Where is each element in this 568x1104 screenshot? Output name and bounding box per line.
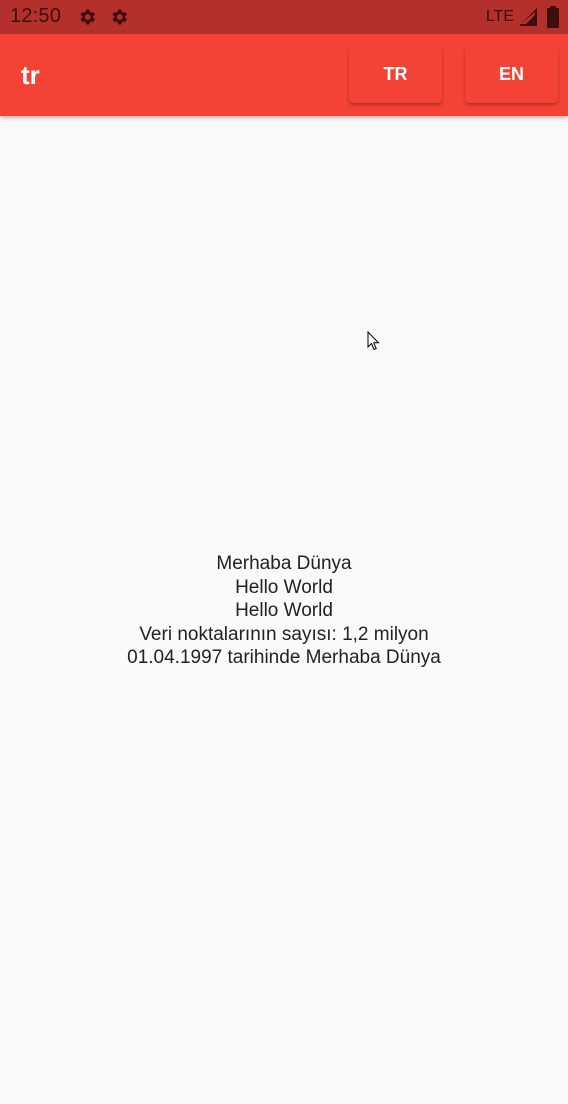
text-line: Hello World bbox=[235, 576, 333, 598]
text-line: 01.04.1997 tarihinde Merhaba Dünya bbox=[127, 647, 441, 668]
en-language-button[interactable]: EN bbox=[465, 46, 558, 103]
tr-language-button[interactable]: TR bbox=[349, 46, 442, 103]
app-bar: tr TR EN bbox=[0, 34, 568, 116]
greeting-content: Merhaba Dünya Hello World Hello World Ve… bbox=[0, 552, 568, 670]
mouse-pointer-icon bbox=[367, 331, 380, 351]
signal-icon bbox=[519, 8, 537, 26]
battery-icon bbox=[547, 6, 559, 28]
text-line: Merhaba Dünya bbox=[216, 553, 352, 574]
network-type: LTE bbox=[485, 8, 514, 25]
gear-icon bbox=[80, 9, 95, 25]
text-line: Hello World bbox=[235, 600, 333, 621]
app-screen: 12:50 LTE tr TR EN Merhaba Dünya Hello W… bbox=[0, 0, 568, 1104]
app-title: tr bbox=[21, 60, 40, 90]
status-bar: 12:50 LTE bbox=[0, 0, 568, 34]
text-line: Veri noktalarının sayısı: 1,2 milyon bbox=[139, 623, 429, 645]
status-time: 12:50 bbox=[10, 5, 62, 27]
gear-icon bbox=[112, 9, 127, 25]
